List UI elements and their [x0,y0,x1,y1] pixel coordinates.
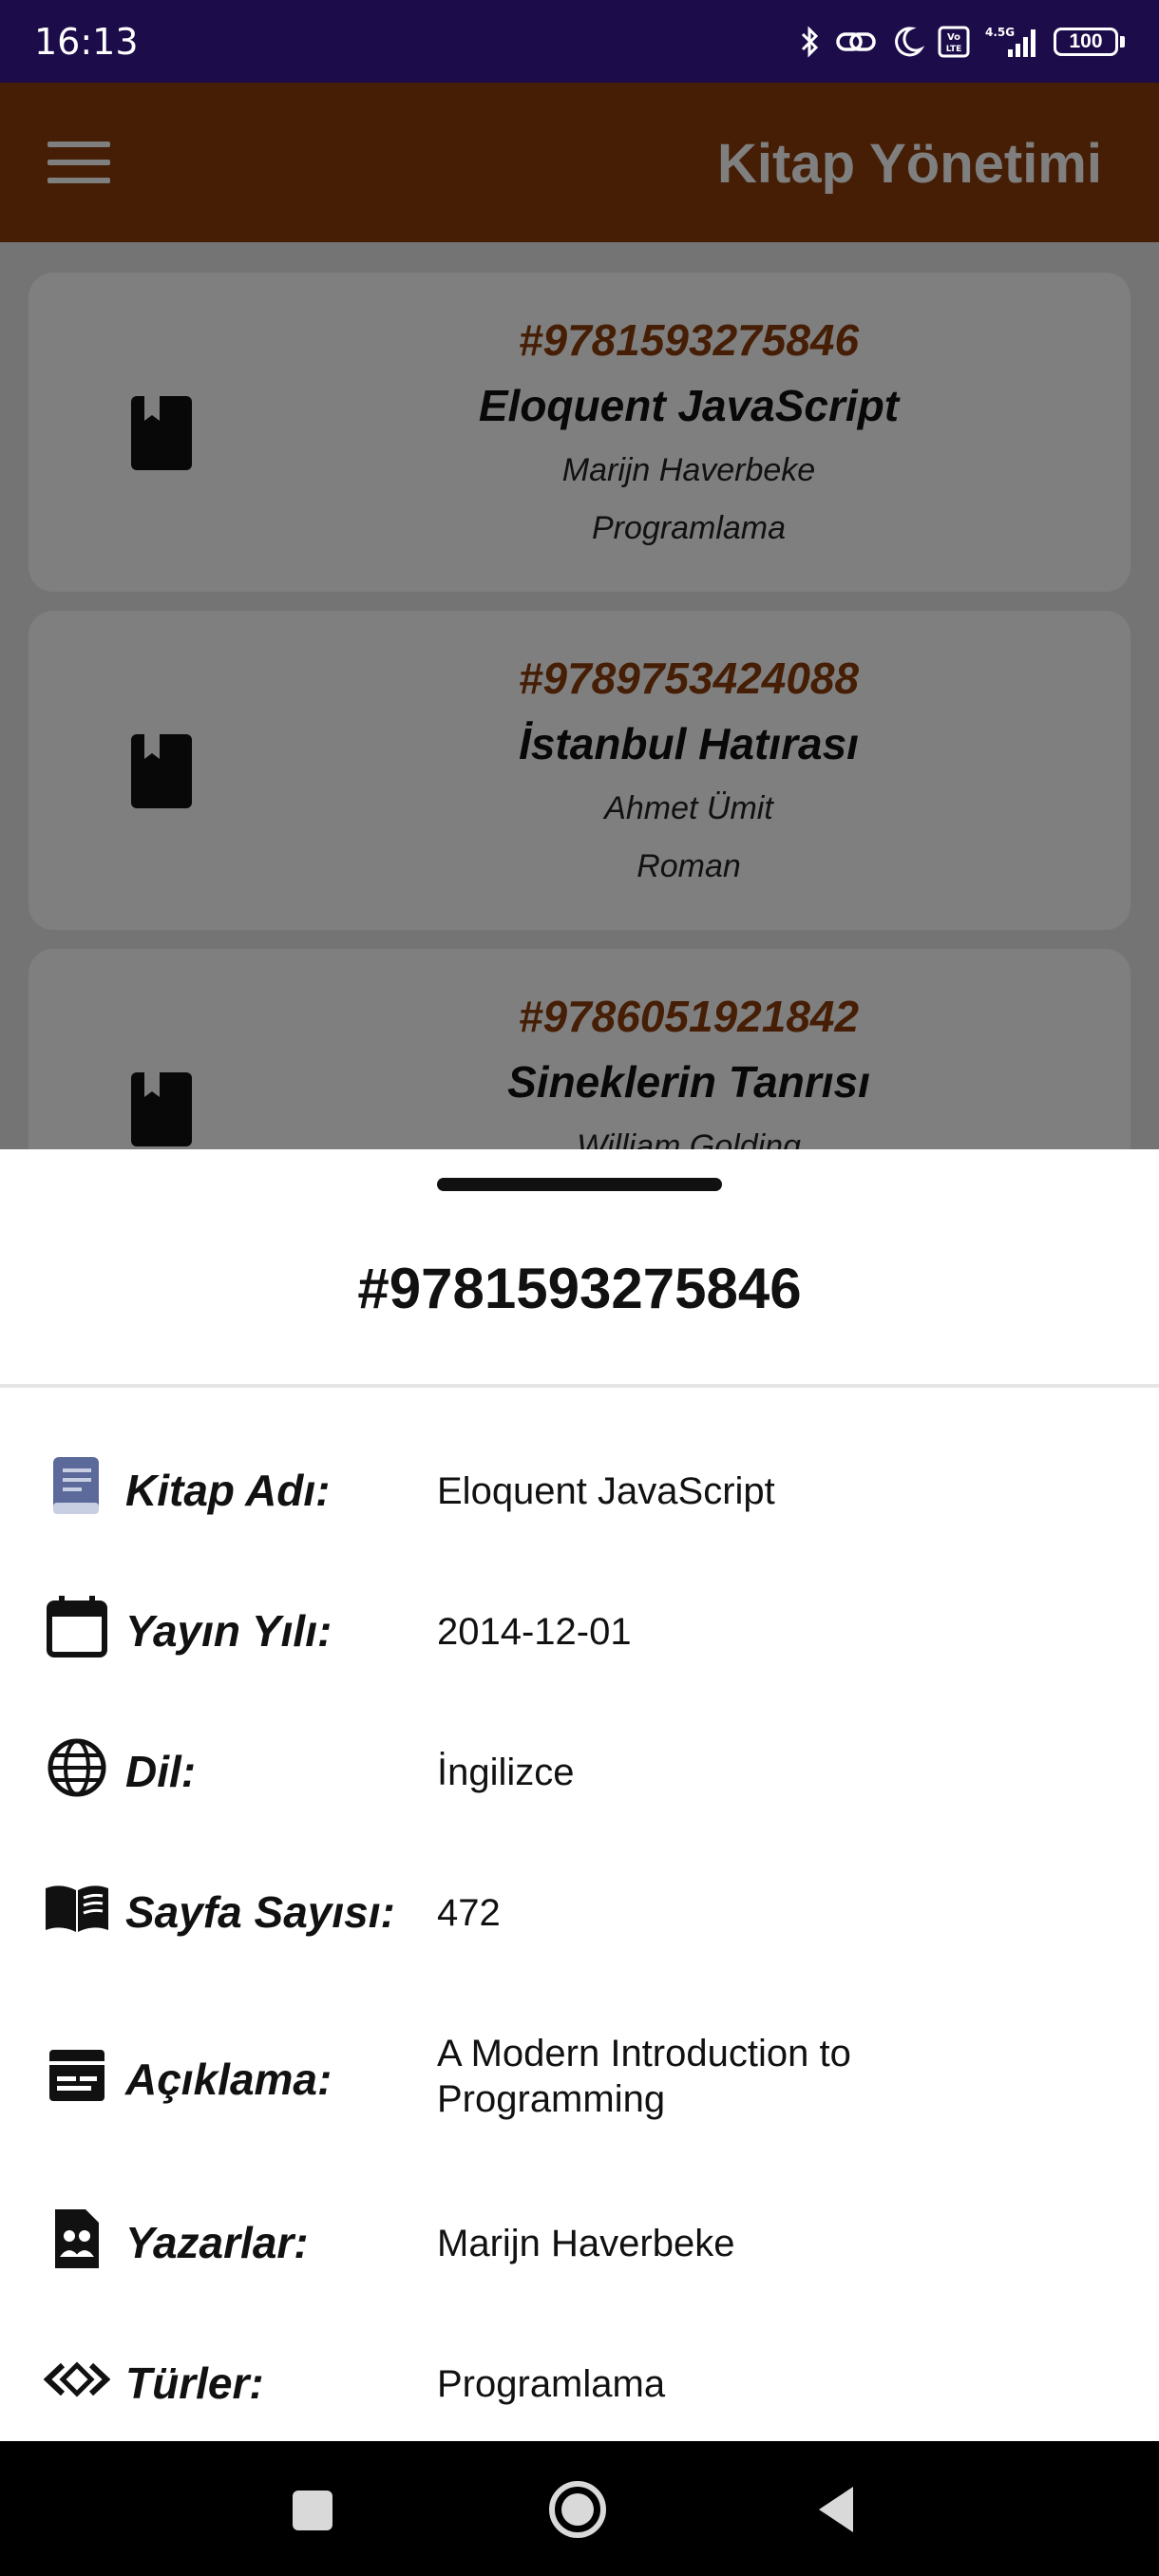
detail-value: Programlama [437,2363,666,2405]
moon-icon [895,26,924,56]
detail-label: Dil: [125,1747,197,1796]
divider [0,1384,1159,1388]
volte-icon: Vo LTE [938,26,970,57]
detail-value: İngilizce [437,1752,575,1793]
calendar-icon [47,1596,107,1657]
detail-label: Sayfa Sayısı: [125,1887,395,1937]
back-button[interactable] [815,2483,857,2536]
globe-icon [48,1738,106,1797]
network-type: 4.5G [985,26,1015,39]
bluetooth-icon [801,25,819,58]
detail-label: Yazarlar: [125,2218,309,2267]
detail-label: Kitap Adı: [125,1466,331,1515]
book-icon [53,1457,99,1514]
detail-label: Türler: [125,2358,264,2408]
book-detail-sheet: #9781593275846 Kitap Adı: Eloquent JavaS… [0,1149,1159,2441]
open-book-icon [46,1885,108,1932]
description-icon [49,2050,104,2101]
svg-text:LTE: LTE [946,45,962,54]
detail-value: A Modern Introduction to Programming [437,2033,851,2120]
detail-value: Marijn Haverbeke [437,2223,735,2264]
recents-button[interactable] [291,2489,334,2532]
battery-level: 100 [1054,27,1118,56]
signal-icon: 4.5G [985,26,1036,57]
modal-scrim[interactable] [0,83,1159,1149]
link-icon [836,31,876,51]
detail-label: Yayın Yılı: [125,1606,332,1656]
author-icon [55,2209,99,2268]
home-button[interactable] [547,2479,608,2540]
status-time: 16:13 [34,20,139,63]
detail-value: Eloquent JavaScript [437,1470,775,1512]
status-icons: Vo LTE 4.5G 100 [799,25,1125,59]
status-bar: 16:13 Vo LTE 4.5G 100 [0,0,1159,83]
system-nav-bar [0,2441,1159,2576]
detail-value: 472 [437,1892,501,1934]
code-icon [44,2361,110,2397]
sheet-heading: #9781593275846 [357,1257,802,1320]
battery-icon: 100 [1054,27,1125,56]
sheet-drag-handle[interactable] [437,1178,722,1191]
svg-text:Vo: Vo [947,32,960,43]
detail-label: Açıklama: [125,2055,332,2104]
detail-value: 2014-12-01 [437,1611,632,1653]
